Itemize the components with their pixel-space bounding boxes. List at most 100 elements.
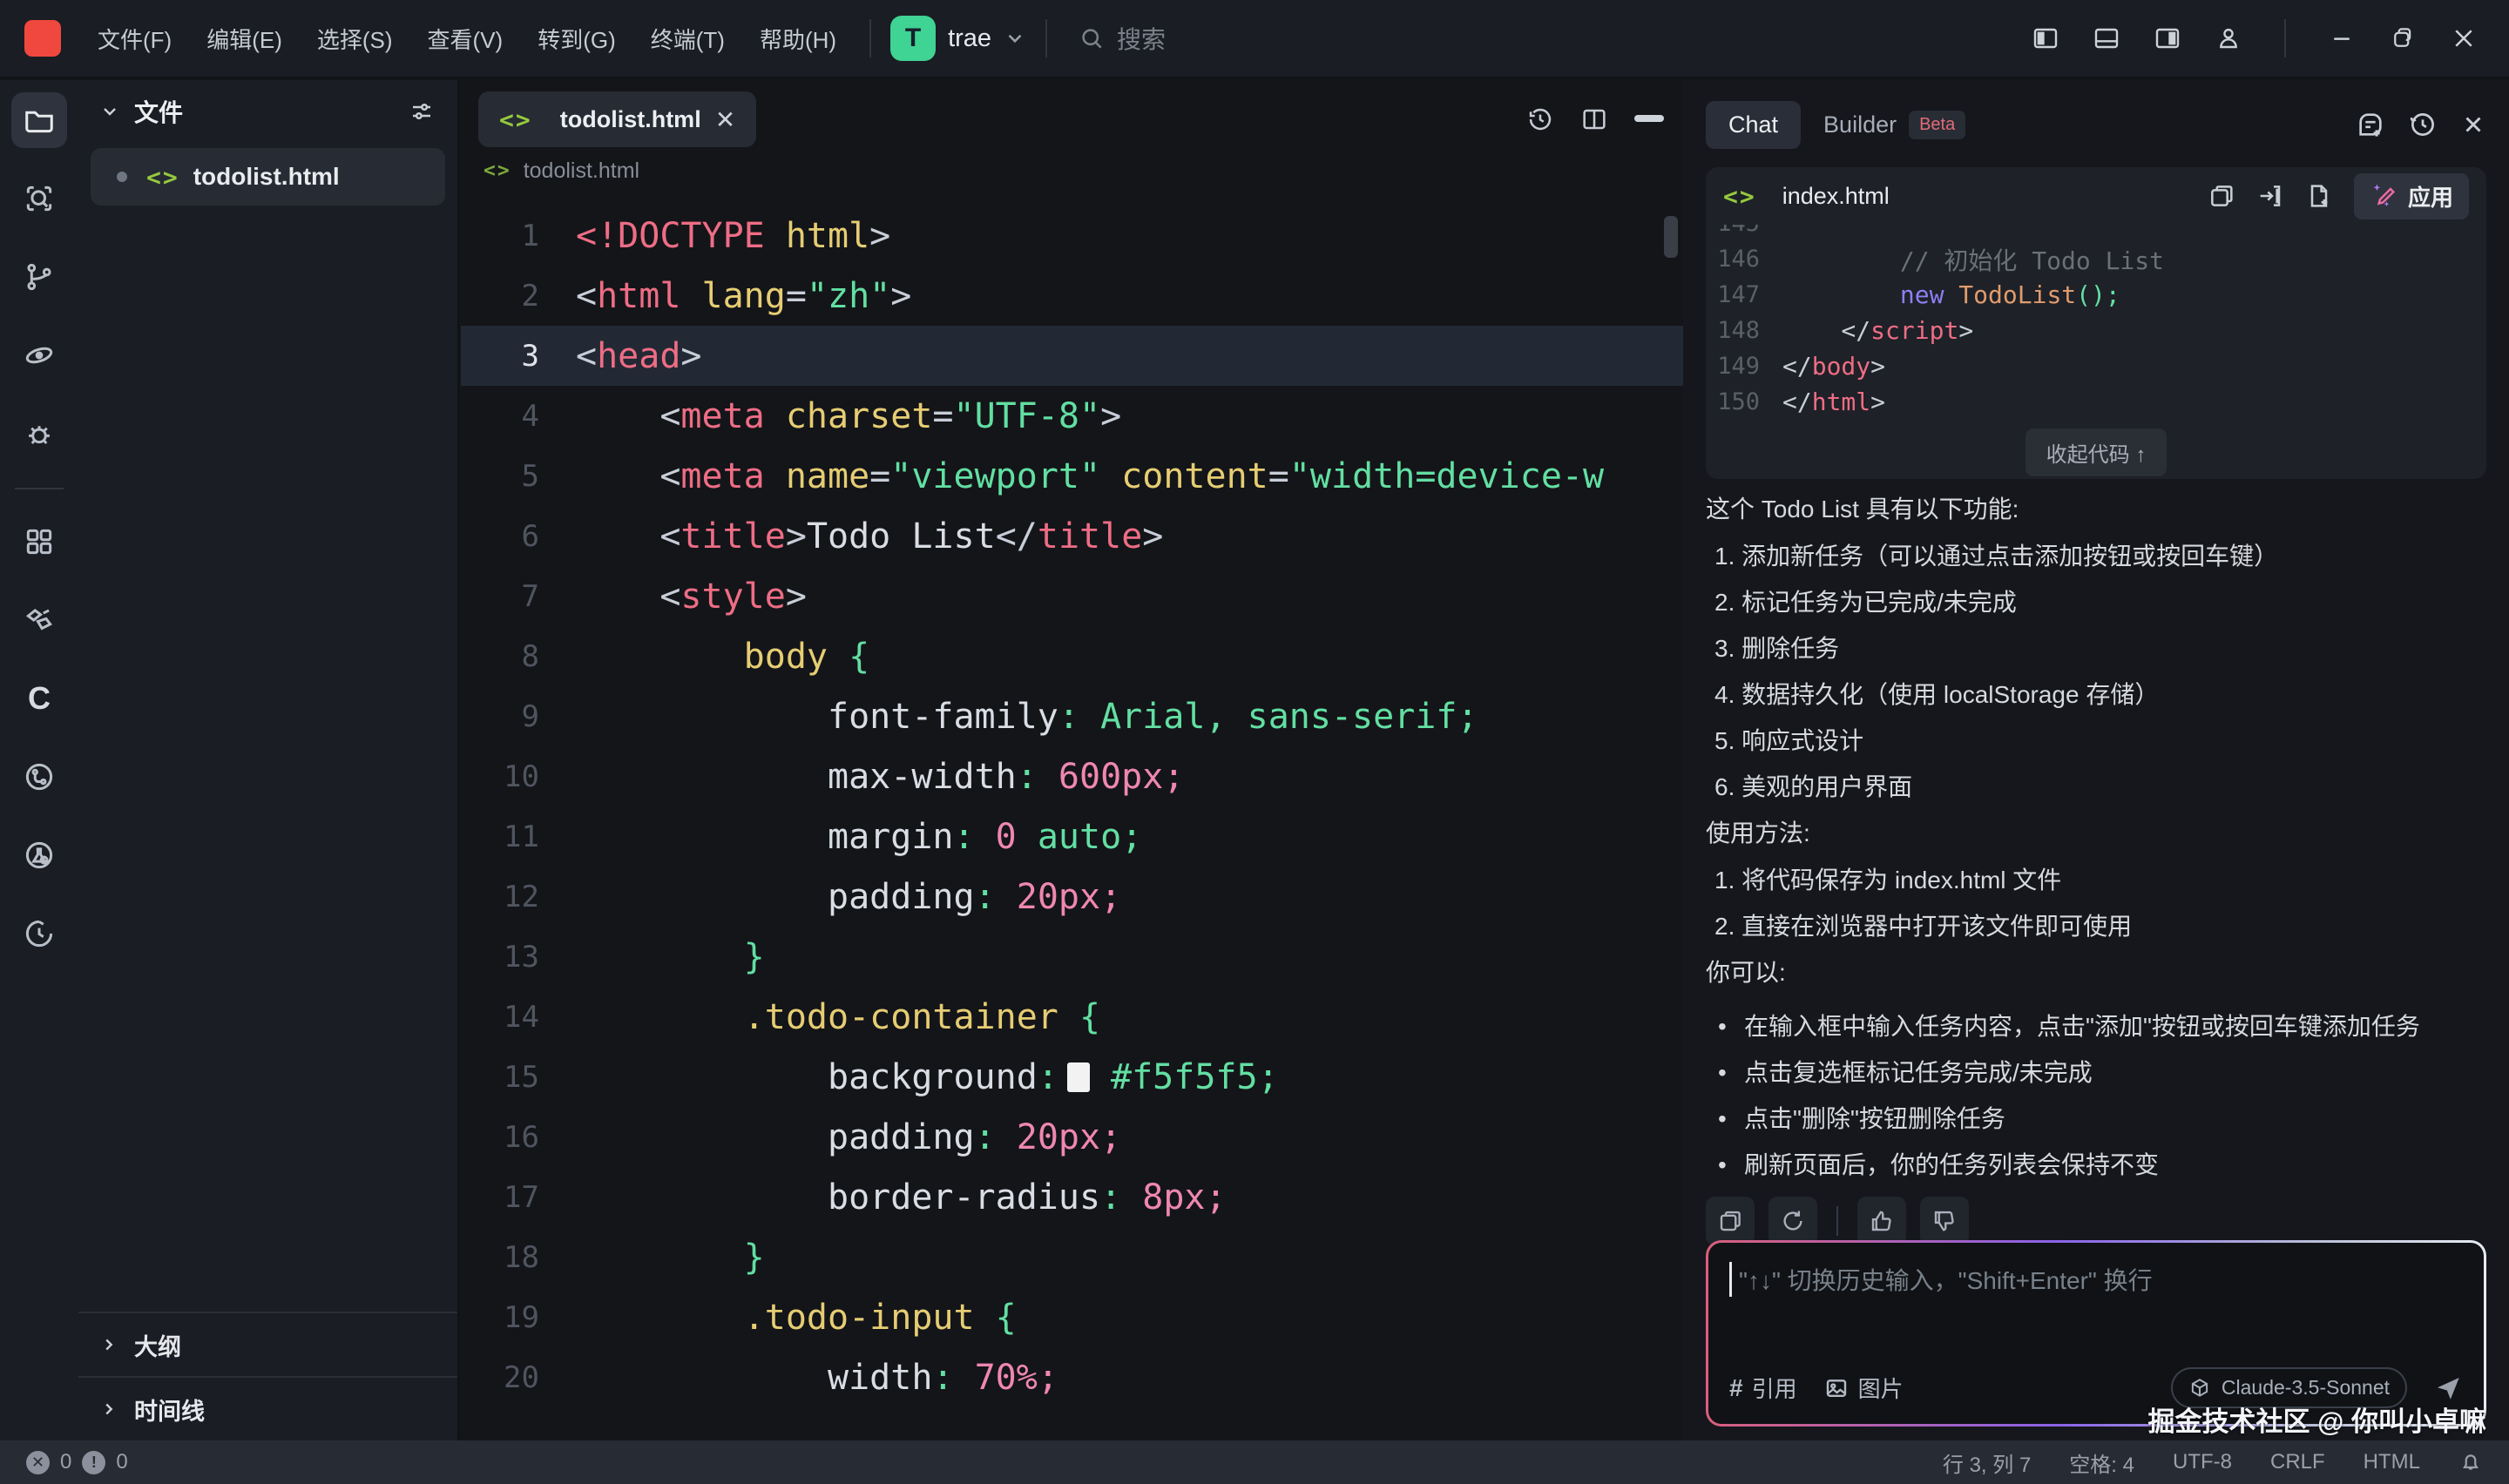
insert-code-icon[interactable] bbox=[2256, 182, 2284, 210]
divider bbox=[869, 19, 871, 57]
tab-bar: <> todolist.html ✕ ⋯ bbox=[461, 80, 1683, 152]
divider bbox=[1836, 1206, 1838, 1236]
regenerate-button[interactable] bbox=[1768, 1197, 1817, 1245]
lab-icon[interactable] bbox=[11, 827, 67, 883]
toggle-left-sidebar-button[interactable] bbox=[2021, 14, 2070, 63]
extensions-icon[interactable] bbox=[11, 514, 67, 570]
divider bbox=[2284, 19, 2286, 57]
line-number: 7 bbox=[461, 579, 576, 614]
account-icon[interactable] bbox=[2204, 14, 2253, 63]
usage-title: 使用方法: bbox=[1706, 819, 2486, 848]
tab-builder[interactable]: Builder Beta bbox=[1823, 111, 1965, 139]
close-panel-icon[interactable] bbox=[2460, 111, 2486, 138]
code-block-card: <> index.html 应用 145146 // 初始化 Todo List… bbox=[1706, 167, 2486, 479]
chat-history-icon[interactable] bbox=[2408, 110, 2438, 139]
c-logo-icon[interactable]: C bbox=[11, 671, 67, 726]
cursor-position[interactable]: 行 3, 列 7 bbox=[1943, 1447, 2031, 1478]
tab-chat[interactable]: Chat bbox=[1706, 101, 1801, 149]
html-file-icon: <> bbox=[499, 105, 532, 134]
file-name: todolist.html bbox=[193, 163, 340, 191]
source-control-icon[interactable] bbox=[11, 249, 67, 305]
thumbs-up-button[interactable] bbox=[1857, 1197, 1906, 1245]
message-line: 2. 标记任务为已完成/未完成 bbox=[1714, 588, 2486, 617]
split-editor-icon[interactable] bbox=[1580, 105, 1608, 133]
errors-icon[interactable]: ✕ bbox=[26, 1451, 50, 1474]
line-number: 8 bbox=[461, 639, 576, 674]
close-tab-icon[interactable]: ✕ bbox=[715, 105, 735, 134]
line-number: 9 bbox=[461, 699, 576, 734]
eol-sequence[interactable]: CRLF bbox=[2270, 1450, 2325, 1474]
debug-icon[interactable] bbox=[11, 406, 67, 462]
image-button[interactable]: 图片 bbox=[1823, 1372, 1904, 1404]
line-number: 148 bbox=[1706, 317, 1782, 344]
scrollbar-thumb[interactable] bbox=[1664, 216, 1678, 258]
message-line: 4. 数据持久化（使用 localStorage 存储） bbox=[1714, 680, 2486, 710]
collapse-code-button[interactable]: 收起代码 ↑ bbox=[2025, 428, 2167, 476]
tab-todolist[interactable]: <> todolist.html ✕ bbox=[478, 91, 756, 147]
apply-button[interactable]: 应用 bbox=[2354, 173, 2469, 219]
chat-input[interactable]: "↑↓" 切换历史输入，"Shift+Enter" 换行 # 引用 图片 Cla… bbox=[1706, 1240, 2486, 1427]
code-line: 148 </script> bbox=[1706, 313, 2486, 348]
code-line: 4 <meta charset="UTF-8"> bbox=[461, 386, 1683, 446]
warnings-count[interactable]: 0 bbox=[116, 1450, 127, 1474]
code-line: 147 new TodoList(); bbox=[1706, 277, 2486, 313]
toggle-panel-button[interactable] bbox=[2082, 14, 2131, 63]
errors-count[interactable]: 0 bbox=[60, 1450, 71, 1474]
code-line: 10 max-width: 600px; bbox=[461, 746, 1683, 806]
code-line: 145 bbox=[1706, 225, 2486, 241]
menu-file[interactable]: 文件(F) bbox=[84, 14, 186, 64]
copy-code-icon[interactable] bbox=[2208, 182, 2235, 210]
timeline-icon[interactable] bbox=[11, 906, 67, 961]
breadcrumb[interactable]: <> todolist.html bbox=[461, 152, 1683, 190]
explorer-header[interactable]: 文件 bbox=[78, 80, 457, 143]
restore-button[interactable] bbox=[2378, 14, 2427, 63]
ai-tools-icon[interactable] bbox=[11, 592, 67, 648]
outline-section[interactable]: 大纲 bbox=[78, 1312, 457, 1376]
search-scan-icon[interactable] bbox=[11, 171, 67, 226]
timeline-section[interactable]: 时间线 bbox=[78, 1376, 457, 1440]
code-line: 12 padding: 20px; bbox=[461, 867, 1683, 927]
encoding[interactable]: UTF-8 bbox=[2173, 1450, 2232, 1474]
menu-view[interactable]: 查看(V) bbox=[414, 14, 517, 64]
explorer-sidebar: 文件 <> todolist.html 大纲 时间线 bbox=[78, 80, 459, 1440]
code-line: 3<head> bbox=[461, 326, 1683, 386]
app-logo bbox=[24, 20, 61, 57]
close-button[interactable] bbox=[2439, 14, 2488, 63]
menu-selection[interactable]: 选择(S) bbox=[303, 14, 407, 64]
workspace-switcher[interactable]: T trae bbox=[890, 16, 1026, 61]
line-number: 146 bbox=[1706, 246, 1782, 273]
remote-icon[interactable] bbox=[11, 327, 67, 383]
code-editor[interactable]: 1<!DOCTYPE html>2<html lang="zh">3<head>… bbox=[461, 190, 1683, 1418]
divider bbox=[1045, 19, 1047, 57]
notifications-bell-icon[interactable] bbox=[2458, 1450, 2483, 1474]
files-icon[interactable] bbox=[11, 92, 67, 148]
code-line: 8 body { bbox=[461, 626, 1683, 686]
line-number: 1 bbox=[461, 219, 576, 253]
new-file-icon[interactable] bbox=[2305, 182, 2333, 210]
menubar: 文件(F) 编辑(E) 选择(S) 查看(V) 转到(G) 终端(T) 帮助(H… bbox=[84, 14, 850, 64]
toggle-right-sidebar-button[interactable] bbox=[2143, 14, 2192, 63]
filter-icon[interactable] bbox=[409, 98, 435, 125]
language-mode[interactable]: HTML bbox=[2364, 1450, 2420, 1474]
message-line: 1. 添加新任务（可以通过点击添加按钮或按回车键） bbox=[1714, 542, 2486, 571]
global-search[interactable]: 搜索 bbox=[1079, 21, 1166, 56]
thumbs-down-button[interactable] bbox=[1920, 1197, 1969, 1245]
reference-button[interactable]: # 引用 bbox=[1729, 1372, 1797, 1404]
html-file-icon: <> bbox=[146, 163, 179, 192]
minimize-button[interactable] bbox=[2317, 14, 2366, 63]
menu-edit[interactable]: 编辑(E) bbox=[193, 14, 296, 64]
menu-terminal[interactable]: 终端(T) bbox=[637, 14, 739, 64]
message-actions bbox=[1706, 1197, 2486, 1245]
copy-message-button[interactable] bbox=[1706, 1197, 1755, 1245]
indentation[interactable]: 空格: 4 bbox=[2069, 1447, 2134, 1478]
history-icon[interactable] bbox=[1526, 105, 1554, 133]
new-chat-icon[interactable] bbox=[2356, 110, 2385, 139]
line-number: 13 bbox=[461, 940, 576, 975]
menu-goto[interactable]: 转到(G) bbox=[524, 14, 630, 64]
send-icon[interactable] bbox=[2433, 1373, 2463, 1403]
menu-help[interactable]: 帮助(H) bbox=[746, 14, 850, 64]
circle-branch-icon[interactable] bbox=[11, 749, 67, 805]
warnings-icon[interactable]: ! bbox=[82, 1451, 105, 1474]
file-item-todolist[interactable]: <> todolist.html bbox=[91, 148, 445, 206]
line-number: 149 bbox=[1706, 353, 1782, 380]
